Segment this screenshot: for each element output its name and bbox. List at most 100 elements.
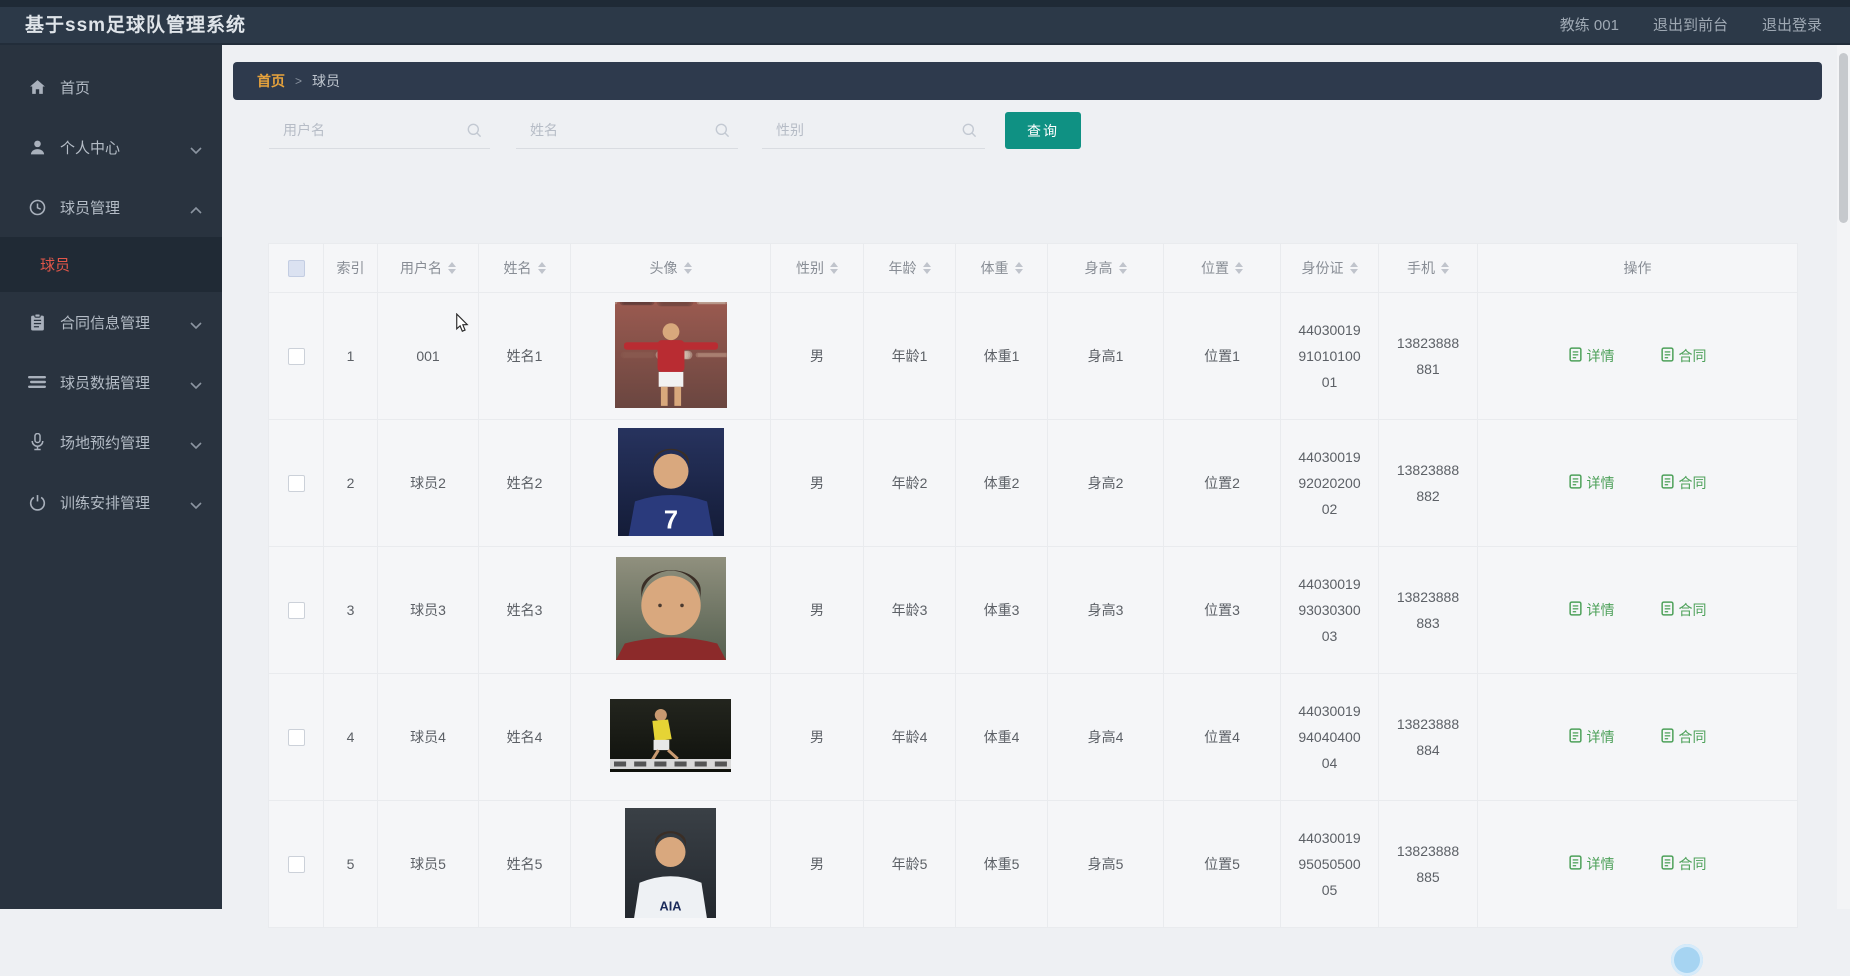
sort-arrows-icon[interactable]: [1349, 262, 1358, 274]
weight-cell: 体重4: [955, 673, 1048, 801]
position-cell: 位置2: [1163, 419, 1281, 547]
search-icon: [962, 123, 977, 138]
age-cell: 年龄2: [863, 419, 956, 547]
table-row: 1 001 姓名1 男年龄1 体重1 身高1 位置1 440300199101010001 13…: [268, 292, 1798, 420]
detail-link[interactable]: 详情: [1568, 600, 1615, 620]
column-label: 头像: [649, 260, 678, 276]
avatar-cell: AIA: [570, 800, 771, 928]
column-header-手机[interactable]: 手机: [1378, 243, 1478, 293]
sort-arrows-icon[interactable]: [1014, 262, 1023, 274]
query-button[interactable]: 查询: [1005, 112, 1081, 149]
weight-cell: 体重5: [955, 800, 1048, 928]
floating-action-button[interactable]: [1671, 944, 1703, 976]
column-header-位置[interactable]: 位置: [1163, 243, 1281, 293]
column-label: 用户名: [400, 260, 442, 276]
row-checkbox[interactable]: [287, 474, 305, 492]
sidebar-subitem-player[interactable]: 球员: [0, 237, 222, 292]
id-card-cell: 440300199404040004: [1280, 673, 1379, 801]
avatar-image: AIA: [625, 807, 716, 921]
column-header-性别[interactable]: 性别: [770, 243, 864, 293]
search-icon: [467, 123, 482, 138]
name-search-input[interactable]: [516, 112, 738, 148]
column-label: 操作: [1623, 260, 1652, 276]
column-header-头像[interactable]: 头像: [570, 243, 771, 293]
sort-arrows-icon[interactable]: [830, 262, 838, 274]
position-cell: 位置1: [1163, 292, 1281, 420]
sort-arrows-icon[interactable]: [683, 262, 692, 274]
sidebar-item-field-booking-management[interactable]: 场地预约管理: [0, 412, 222, 472]
position-cell: 位置5: [1163, 800, 1281, 928]
position-cell: 位置4: [1163, 673, 1281, 801]
column-label: 位置: [1201, 260, 1229, 276]
home-icon: [28, 78, 46, 96]
column-header-年龄[interactable]: 年龄: [863, 243, 956, 293]
action-label: 合同: [1678, 348, 1707, 364]
row-checkbox[interactable]: [287, 601, 305, 619]
row-checkbox[interactable]: [287, 347, 305, 365]
detail-link[interactable]: 详情: [1568, 473, 1615, 493]
action-label: 合同: [1678, 856, 1707, 872]
name-cell: 姓名3: [478, 546, 571, 674]
gender-search-field: [762, 112, 985, 149]
column-header-身高[interactable]: 身高: [1047, 243, 1164, 293]
height-cell: 身高4: [1047, 673, 1164, 801]
sort-arrows-icon[interactable]: [1441, 262, 1449, 274]
select-all-checkbox[interactable]: [287, 259, 305, 277]
column-header-体重[interactable]: 体重: [955, 243, 1048, 293]
sidebar-item-training-management[interactable]: 训练安排管理: [0, 472, 222, 532]
username-search-input[interactable]: [269, 112, 490, 148]
sort-arrows-icon[interactable]: [448, 262, 456, 274]
contract-link[interactable]: 合同: [1660, 600, 1707, 620]
id-card-cell: 440300199202020002: [1280, 419, 1379, 547]
logout-link[interactable]: 退出登录: [1762, 7, 1822, 45]
sort-arrows-icon[interactable]: [922, 262, 931, 274]
phone-cell: 13823888883: [1378, 546, 1478, 674]
sidebar-item-label: 个人中心: [60, 139, 121, 157]
row-select-cell: [268, 800, 324, 928]
sort-arrows-icon[interactable]: [1235, 262, 1243, 274]
height-cell: 身高5: [1047, 800, 1164, 928]
detail-link[interactable]: 详情: [1568, 854, 1615, 874]
row-checkbox[interactable]: [287, 855, 305, 873]
contract-link[interactable]: 合同: [1660, 346, 1707, 366]
sidebar-item-contract-management[interactable]: 合同信息管理: [0, 292, 222, 352]
column-label: 年龄: [888, 260, 917, 276]
sidebar-item-profile[interactable]: 个人中心: [0, 117, 222, 177]
sidebar-item-player-data-management[interactable]: 球员数据管理: [0, 352, 222, 412]
sidebar-item-player-management[interactable]: 球员管理: [0, 177, 222, 237]
weight-cell: 体重1: [955, 292, 1048, 420]
breadcrumb-home-link[interactable]: 首页: [257, 71, 285, 91]
height-cell: 身高3: [1047, 546, 1164, 674]
detail-link[interactable]: 详情: [1568, 727, 1615, 747]
contract-link[interactable]: 合同: [1660, 473, 1707, 493]
current-user-label[interactable]: 教练 001: [1560, 7, 1619, 45]
contract-link[interactable]: 合同: [1660, 727, 1707, 747]
detail-link[interactable]: 详情: [1568, 346, 1615, 366]
document-icon: [1660, 347, 1674, 365]
operations-cell: 详情 合同: [1477, 292, 1798, 420]
row-checkbox[interactable]: [287, 728, 305, 746]
sort-arrows-icon[interactable]: [1118, 262, 1127, 274]
document-icon: [1568, 474, 1582, 492]
sort-arrows-icon[interactable]: [537, 262, 546, 274]
sidebar-item-home[interactable]: 首页: [0, 57, 222, 117]
row-select-cell: [268, 419, 324, 547]
chevron-down-icon: [190, 317, 202, 334]
column-header-身份证[interactable]: 身份证: [1280, 243, 1379, 293]
avatar-cell: 7: [570, 419, 771, 547]
scrollbar-thumb[interactable]: [1839, 53, 1848, 223]
column-header-用户名[interactable]: 用户名: [377, 243, 479, 293]
table-row: 5 球员5 姓名5 AIA 男年龄5 体重5 身高5 位置5 44030019950505000…: [268, 800, 1798, 928]
gender-cell: 男: [770, 292, 864, 420]
document-icon: [1568, 855, 1582, 873]
operations-cell: 详情 合同: [1477, 800, 1798, 928]
sidebar-item-label: 球员数据管理: [60, 374, 151, 392]
contract-link[interactable]: 合同: [1660, 854, 1707, 874]
column-header-姓名[interactable]: 姓名: [478, 243, 571, 293]
gender-search-input[interactable]: [762, 112, 985, 148]
exit-to-frontend-link[interactable]: 退出到前台: [1653, 7, 1728, 45]
table-row: 2 球员2 姓名2 7 男年龄2 体重2 身高2 位置2 440300199202020002 1…: [268, 419, 1798, 547]
players-table: 索引 用户名 姓名 头像 性别 年龄 体重 身高 位置 身份证 手机 操作 1 001 姓名1 男年龄1 体重…: [268, 243, 1798, 928]
chevron-up-icon: [190, 202, 202, 219]
document-icon: [1568, 728, 1582, 746]
